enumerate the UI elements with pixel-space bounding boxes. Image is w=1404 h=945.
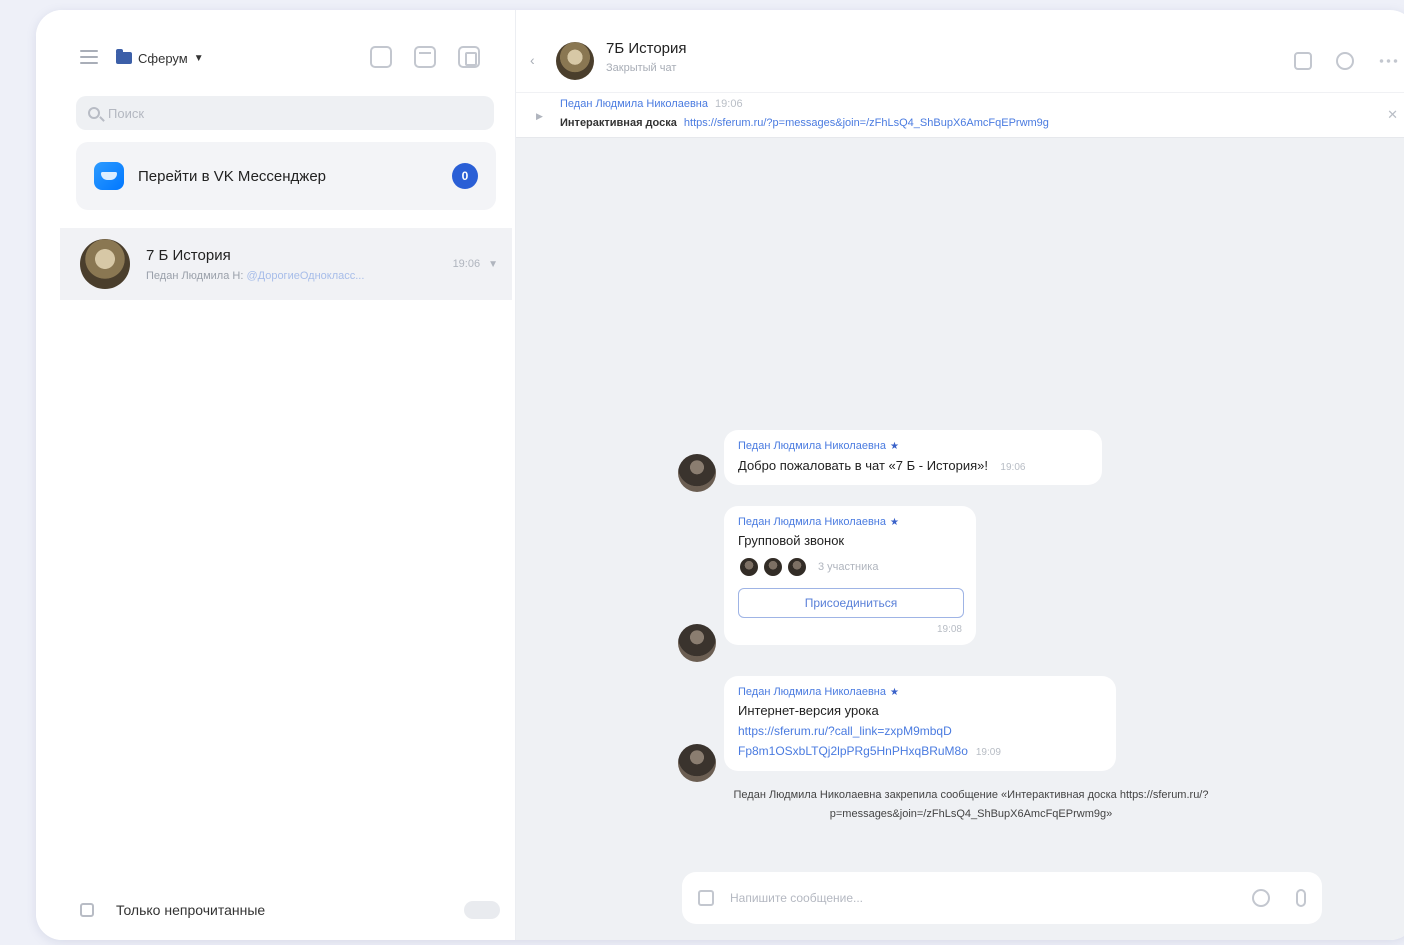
message-link[interactable]: https://sferum.ru/?call_link=zxpM9mbqD xyxy=(738,721,1102,741)
pinned-link[interactable]: https://sferum.ru/?p=messages&join=/zFhL… xyxy=(684,117,1049,129)
message-input[interactable] xyxy=(730,891,1240,905)
message-bubble: Педан Людмила Николаевна ★ Интернет-верси… xyxy=(724,676,1116,771)
message-time: 19:06 xyxy=(1000,462,1026,473)
microphone-icon[interactable] xyxy=(1296,889,1306,907)
group-call-bubble: Педан Людмила Николаевна ★ Групповой звон… xyxy=(724,506,976,645)
emoji-icon[interactable] xyxy=(1252,889,1270,907)
participant-count: 3 участника xyxy=(818,561,879,573)
message-time: 19:08 xyxy=(936,624,962,635)
promo-badge: 0 xyxy=(452,163,478,189)
chat-snippet: Педан Людмила Н: @ДорогиеОднокласс... xyxy=(146,269,365,282)
unread-filter: Только непрочитанные xyxy=(80,898,500,922)
chat-avatar xyxy=(80,239,130,289)
filter-icon[interactable] xyxy=(370,46,392,68)
message-avatar[interactable] xyxy=(678,454,716,492)
message-author[interactable]: Педан Людмила Николаевна xyxy=(738,686,886,698)
app-window: Сферум ▼ Перейти в VK Мессенджер 0 7 Б И… xyxy=(36,10,1404,940)
pinned-time: 19:06 xyxy=(715,98,743,110)
chat-snippet-author: Педан Людмила Н xyxy=(146,269,241,282)
search-icon[interactable] xyxy=(1336,52,1354,70)
sidebar: Сферум ▼ Перейти в VK Мессенджер 0 7 Б И… xyxy=(36,10,516,940)
chat-header: ‹ 7Б История Закрытый чат xyxy=(516,10,1404,92)
participant-avatar xyxy=(738,556,760,578)
participant-avatar xyxy=(762,556,784,578)
vk-messenger-logo-icon xyxy=(94,162,124,190)
admin-badge-icon: ★ xyxy=(889,687,899,698)
message-composer xyxy=(682,872,1322,924)
system-note: Педан Людмила Николаевна закрепила сообщ… xyxy=(733,789,1209,820)
message-link-continued[interactable]: Fp8m1OSxbLTQj2lpPRg5HnPHxqBRuM8o xyxy=(738,741,968,761)
search-input[interactable] xyxy=(108,105,468,121)
sidebar-toolbar: Сферум ▼ xyxy=(36,40,516,76)
chat-panel: ‹ 7Б История Закрытый чат ▶ Педан Людмил… xyxy=(516,10,1404,940)
unread-only-checkbox[interactable] xyxy=(80,903,94,917)
chat-snippet-text: @ДорогиеОднокласс... xyxy=(246,269,365,282)
admin-badge-icon: ★ xyxy=(889,441,899,452)
chat-header-subtitle: Закрытый чат xyxy=(606,62,677,74)
pinned-message[interactable]: ▶ Педан Людмила Николаевна 19:06 Интерак… xyxy=(516,92,1404,138)
search-bar xyxy=(76,96,494,130)
new-chat-icon[interactable] xyxy=(458,46,480,68)
menu-icon[interactable] xyxy=(80,50,98,64)
participant-avatar xyxy=(786,556,808,578)
folder-label: Сферум xyxy=(138,50,188,66)
message-bubble: Педан Людмила Николаевна ★ Добро пожалова… xyxy=(724,430,1102,485)
message-avatar[interactable] xyxy=(678,624,716,662)
pinned-indicator-icon: ▶ xyxy=(536,111,543,121)
unread-only-label: Только непрочитанные xyxy=(116,902,266,918)
call-icon[interactable] xyxy=(1294,52,1312,70)
chat-title: 7 Б История xyxy=(146,246,231,264)
chat-header-title[interactable]: 7Б История xyxy=(606,40,687,57)
chevron-down-icon: ▼ xyxy=(193,52,204,64)
message-author[interactable]: Педан Людмила Николаевна xyxy=(738,516,886,528)
message-time: 19:09 xyxy=(975,747,1001,758)
settings-toggle[interactable] xyxy=(464,901,500,919)
archive-icon[interactable] xyxy=(414,46,436,68)
chat-list-item[interactable]: 7 Б История Педан Людмила Н: @ДорогиеОдн… xyxy=(60,228,512,300)
message-avatar[interactable] xyxy=(678,744,716,782)
search-icon xyxy=(88,107,100,119)
chat-header-avatar[interactable] xyxy=(556,42,594,80)
pinned-label: Интерактивная доска xyxy=(560,117,677,129)
admin-badge-icon: ★ xyxy=(889,517,899,528)
vk-messenger-promo[interactable]: Перейти в VK Мессенджер 0 xyxy=(76,142,496,210)
pin-icon: ▼ xyxy=(488,258,498,270)
back-arrow-icon[interactable]: ‹ xyxy=(530,52,535,68)
join-call-button[interactable]: Присоединиться xyxy=(738,588,964,618)
message-text: Групповой звонок xyxy=(738,533,845,548)
message-author[interactable]: Педан Людмила Николаевна xyxy=(738,440,886,452)
folder-icon xyxy=(116,49,132,64)
attach-icon[interactable] xyxy=(698,890,714,906)
call-participants: 3 участника xyxy=(738,556,962,578)
pinned-author: Педан Людмила Николаевна xyxy=(560,98,708,110)
chat-time: 19:06 xyxy=(452,258,481,270)
more-options-icon[interactable] xyxy=(1378,59,1398,63)
message-text: Интернет-версия урока xyxy=(738,703,879,718)
message-text: Добро пожаловать в чат «7 Б - История»! xyxy=(738,458,988,473)
close-icon[interactable]: ✕ xyxy=(1387,107,1398,123)
promo-label: Перейти в VK Мессенджер xyxy=(138,167,327,185)
folder-selector[interactable]: Сферум ▼ xyxy=(116,46,204,70)
